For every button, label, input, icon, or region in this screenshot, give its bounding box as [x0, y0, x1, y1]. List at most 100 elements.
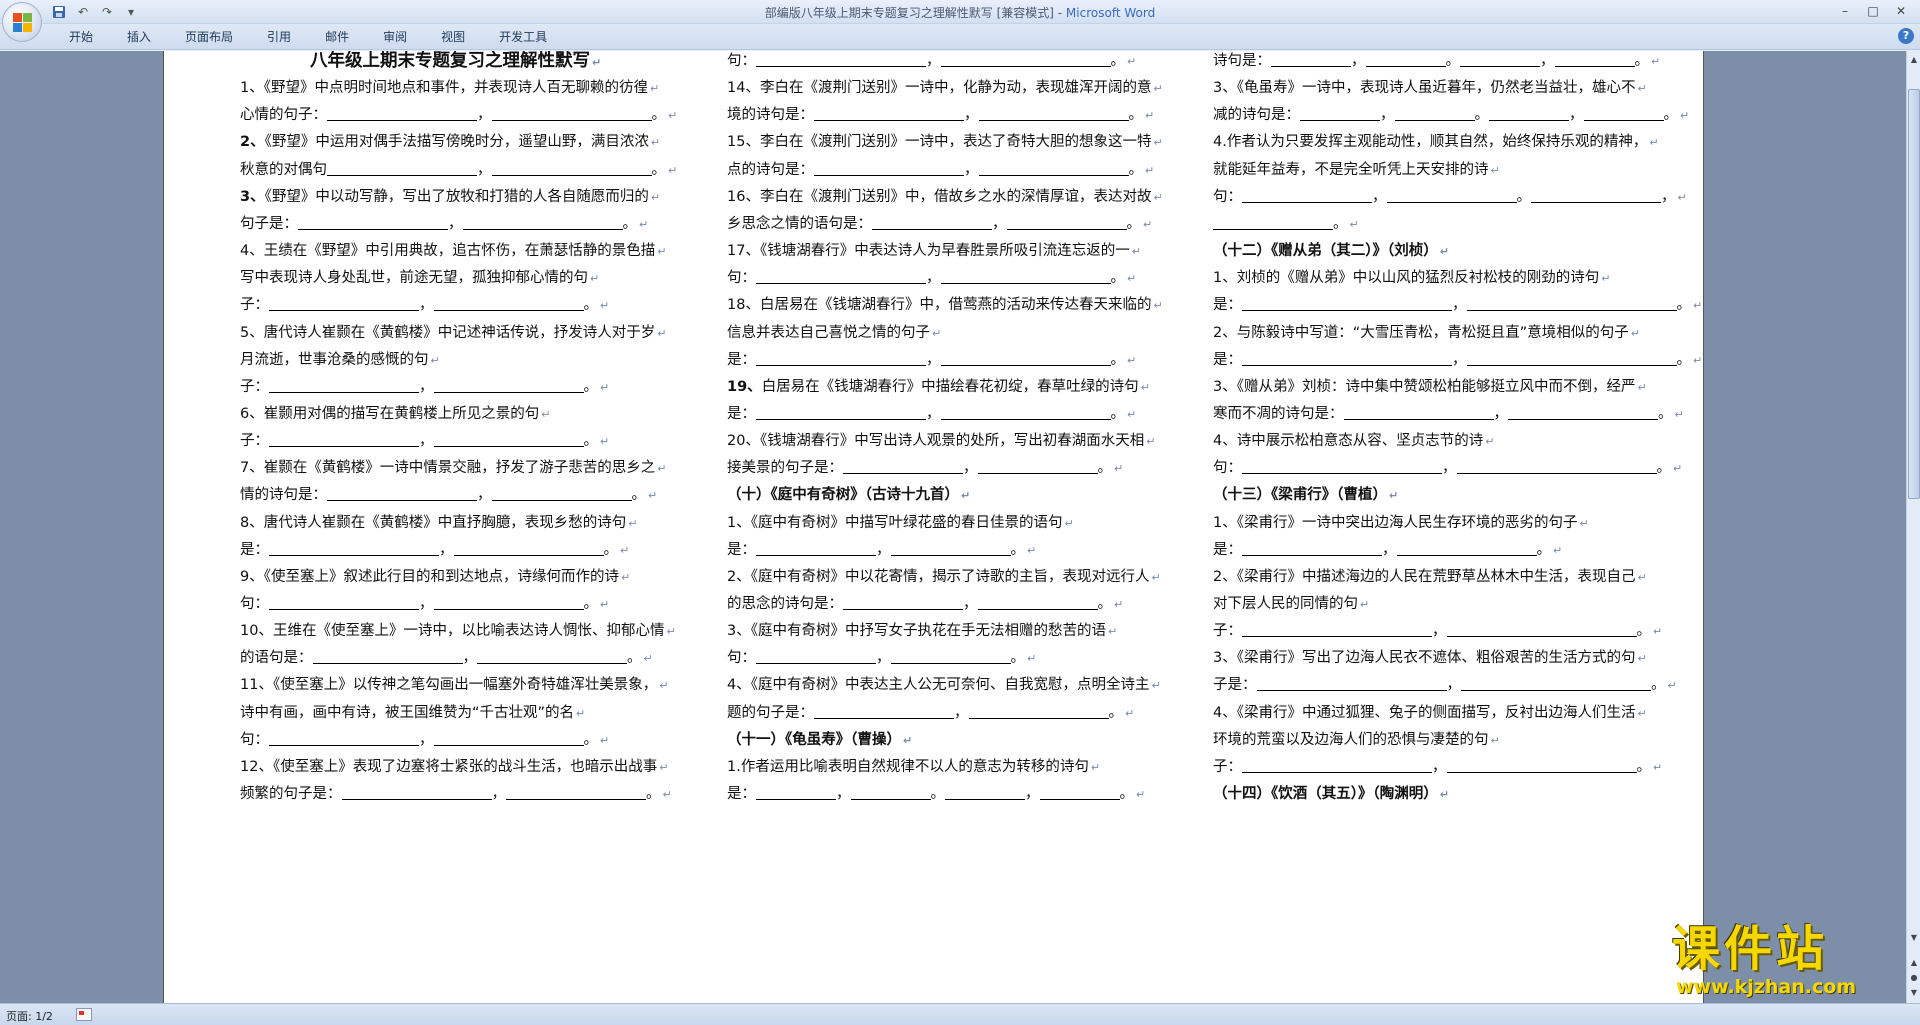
- fill-blank[interactable]: [756, 650, 876, 665]
- fill-blank[interactable]: [1242, 297, 1452, 312]
- text-line[interactable]: 接美景的句子是： ， 。 ↵: [727, 458, 1123, 478]
- fill-blank[interactable]: [1006, 216, 1127, 230]
- text-line[interactable]: 诗句是：，。，。 ↵: [1213, 51, 1660, 71]
- fill-blank[interactable]: [1460, 53, 1540, 67]
- text-line[interactable]: 20、《钱塘湖春行》中写出诗人观景的处所，写出初春湖面水天相 ↵: [727, 431, 1155, 451]
- fill-blank[interactable]: [1242, 542, 1382, 556]
- text-line[interactable]: 子： ， 。 ↵: [240, 431, 609, 451]
- text-line[interactable]: 是： ， 。 ↵: [240, 540, 629, 560]
- text-line[interactable]: 1.作者运用比喻表明自然规律不以人的意志为转移的诗句 ↵: [727, 757, 1100, 777]
- fill-blank[interactable]: [968, 705, 1109, 719]
- text-line[interactable]: 2、《野望》中运用对偶手法描写傍晚时分，遥望山野，满目浓浓 ↵: [240, 132, 660, 152]
- text-line[interactable]: 子： ， 。 ↵: [240, 295, 609, 315]
- fill-blank[interactable]: [977, 596, 1098, 610]
- text-line[interactable]: 频繁的句子是： ， 。 ↵: [240, 784, 672, 804]
- tab-6[interactable]: 视图: [424, 29, 482, 45]
- text-line[interactable]: 1、《梁甫行》一诗中突出边海人民生存环境的恶劣的句子 ↵: [1213, 513, 1589, 533]
- text-line[interactable]: 是： ， 。 ↵: [727, 540, 1036, 560]
- section-heading[interactable]: （十）《庭中有奇树》（古诗十九首） ↵: [727, 485, 970, 505]
- fill-blank[interactable]: [756, 270, 926, 285]
- fill-blank[interactable]: [1461, 677, 1651, 692]
- fill-blank[interactable]: [1446, 759, 1637, 773]
- text-line[interactable]: 3、《野望》中以动写静，写出了放牧和打猎的人各自随愿而归的 ↵: [240, 187, 660, 207]
- text-line[interactable]: 的语句是： ， 。 ↵: [240, 648, 653, 668]
- text-line[interactable]: 句： ， 。 ↵: [240, 594, 609, 614]
- fill-blank[interactable]: [1242, 623, 1432, 638]
- fill-blank[interactable]: [433, 379, 584, 393]
- text-line[interactable]: 4.作者认为只要发挥主观能动性，顺其自然，始终保持乐观的精神， ↵: [1213, 132, 1659, 152]
- fill-blank[interactable]: [327, 162, 477, 176]
- text-line[interactable]: 子是： ， 。 ↵: [1213, 675, 1677, 695]
- text-line[interactable]: 4、王绩在《野望》中引用典故，追古怀伤，在萧瑟恬静的景色描 ↵: [240, 241, 666, 261]
- text-line[interactable]: 8、唐代诗人崔颢在《黄鹤楼》中直抒胸臆，表现乡愁的诗句 ↵: [240, 513, 637, 533]
- fill-blank[interactable]: [756, 786, 836, 801]
- text-line[interactable]: 1、《野望》中点明时间地点和事件，并表现诗人百无聊赖的彷徨 ↵: [240, 78, 659, 98]
- text-line[interactable]: 句： ， 。 ↵: [727, 648, 1036, 668]
- fill-blank[interactable]: [341, 786, 492, 801]
- fill-blank[interactable]: [269, 542, 439, 556]
- maximize-icon[interactable]: □: [1860, 2, 1886, 20]
- text-line[interactable]: 写中表现诗人身处乱世，前途无望，孤独抑郁心情的句 ↵: [240, 268, 599, 288]
- fill-blank[interactable]: [1554, 53, 1635, 67]
- text-line[interactable]: 3、《龟虽寿》一诗中，表现诗人虽近暮年，仍然老当益壮，雄心不 ↵: [1213, 78, 1647, 98]
- fill-blank[interactable]: [1213, 216, 1333, 230]
- fill-blank[interactable]: [1466, 297, 1677, 312]
- fill-blank[interactable]: [433, 732, 584, 746]
- fill-blank[interactable]: [843, 460, 963, 475]
- fill-blank[interactable]: [433, 596, 584, 610]
- section-heading[interactable]: （十三）《梁甫行》（曹植） ↵: [1213, 485, 1398, 505]
- fill-blank[interactable]: [890, 650, 1011, 665]
- text-line[interactable]: 月流逝，世事沧桑的感慨的句 ↵: [240, 350, 440, 370]
- text-line[interactable]: 的思念的诗句是： ， 。 ↵: [727, 594, 1123, 614]
- text-line[interactable]: 3、《梁甫行》写出了边海人民衣不遮体、粗俗艰苦的生活方式的句 ↵: [1213, 648, 1647, 668]
- fill-blank[interactable]: [940, 53, 1111, 67]
- fill-blank[interactable]: [756, 542, 876, 556]
- fill-blank[interactable]: [940, 352, 1111, 366]
- tab-7[interactable]: 开发工具: [482, 29, 564, 45]
- fill-blank[interactable]: [1242, 460, 1442, 475]
- document-title[interactable]: 八年级上期末专题复习之理解性默写 ↵: [310, 51, 601, 71]
- text-line[interactable]: 3、《庭中有奇树》中抒写女子执花在手无法相赠的愁苦的语 ↵: [727, 621, 1117, 641]
- tab-5[interactable]: 审阅: [366, 29, 424, 45]
- text-line[interactable]: 句： ， 。 ↵: [240, 730, 609, 750]
- minimize-icon[interactable]: –: [1832, 2, 1858, 20]
- text-line[interactable]: 就能延年益寿，不是完全听凭上天安排的诗 ↵: [1213, 160, 1500, 180]
- fill-blank[interactable]: [940, 270, 1111, 285]
- fill-blank[interactable]: [269, 732, 419, 746]
- scroll-down-icon[interactable]: ▼: [1908, 931, 1920, 945]
- text-line[interactable]: 点的诗句是： ， 。 ↵: [727, 160, 1154, 180]
- text-line[interactable]: 句：，。， ↵: [1213, 187, 1687, 207]
- text-line[interactable]: 对下层人民的同情的句 ↵: [1213, 594, 1369, 614]
- section-heading[interactable]: （十二）《赠从弟（其二）》（刘桢） ↵: [1213, 241, 1449, 261]
- fill-blank[interactable]: [1242, 759, 1432, 773]
- fill-blank[interactable]: [977, 460, 1098, 475]
- fill-blank[interactable]: [978, 162, 1129, 176]
- fill-blank[interactable]: [453, 542, 604, 556]
- fill-blank[interactable]: [1343, 406, 1494, 420]
- fill-blank[interactable]: [462, 216, 623, 230]
- section-heading[interactable]: （十四）《饮酒（其五）》（陶渊明） ↵: [1213, 784, 1449, 804]
- text-line[interactable]: 5、唐代诗人崔颢在《黄鹤楼》中记述神话传说，抒发诗人对于岁 ↵: [240, 323, 666, 343]
- text-line[interactable]: 是： ， 。 ↵: [727, 404, 1136, 424]
- text-line[interactable]: 7、崔颢在《黄鹤楼》一诗中情景交融，抒发了游子悲苦的思乡之 ↵: [240, 458, 666, 478]
- fill-blank[interactable]: [327, 487, 477, 502]
- fill-blank[interactable]: [491, 487, 632, 502]
- fill-blank[interactable]: [1256, 677, 1447, 692]
- fill-blank[interactable]: [1456, 460, 1657, 475]
- fill-blank[interactable]: [1531, 189, 1661, 203]
- text-line[interactable]: 14、李白在《渡荆门送别》一诗中，化静为动，表现雄浑开阔的意 ↵: [727, 78, 1163, 98]
- fill-blank[interactable]: [1466, 352, 1677, 366]
- text-line[interactable]: 17、《钱塘湖春行》中表达诗人为早春胜景所吸引流连忘返的一 ↵: [727, 241, 1141, 261]
- select-browse-icon[interactable]: ●: [1908, 971, 1920, 985]
- fill-blank[interactable]: [814, 705, 954, 719]
- fill-blank[interactable]: [491, 107, 652, 122]
- text-line[interactable]: 11、《使至塞上》以传神之笔勾画出一幅塞外奇特雄浑壮美景象， ↵: [240, 675, 668, 695]
- text-line[interactable]: 诗中有画，画中有诗，被王国维赞为“千古壮观”的名 ↵: [240, 703, 585, 723]
- fill-blank[interactable]: [298, 216, 448, 230]
- vertical-scrollbar[interactable]: ▲ ▼ ▲ ● ▼: [1906, 51, 1920, 1003]
- text-line[interactable]: 2、《庭中有奇树》中以花寄情，揭示了诗歌的主旨，表现对远行人 ↵: [727, 567, 1161, 587]
- text-line[interactable]: 15、李白在《渡荆门送别》一诗中，表达了奇特大胆的想象这一特 ↵: [727, 132, 1163, 152]
- fill-blank[interactable]: [269, 379, 419, 393]
- text-line[interactable]: 信息并表达自己喜悦之情的句子 ↵: [727, 323, 941, 343]
- fill-blank[interactable]: [1039, 786, 1120, 801]
